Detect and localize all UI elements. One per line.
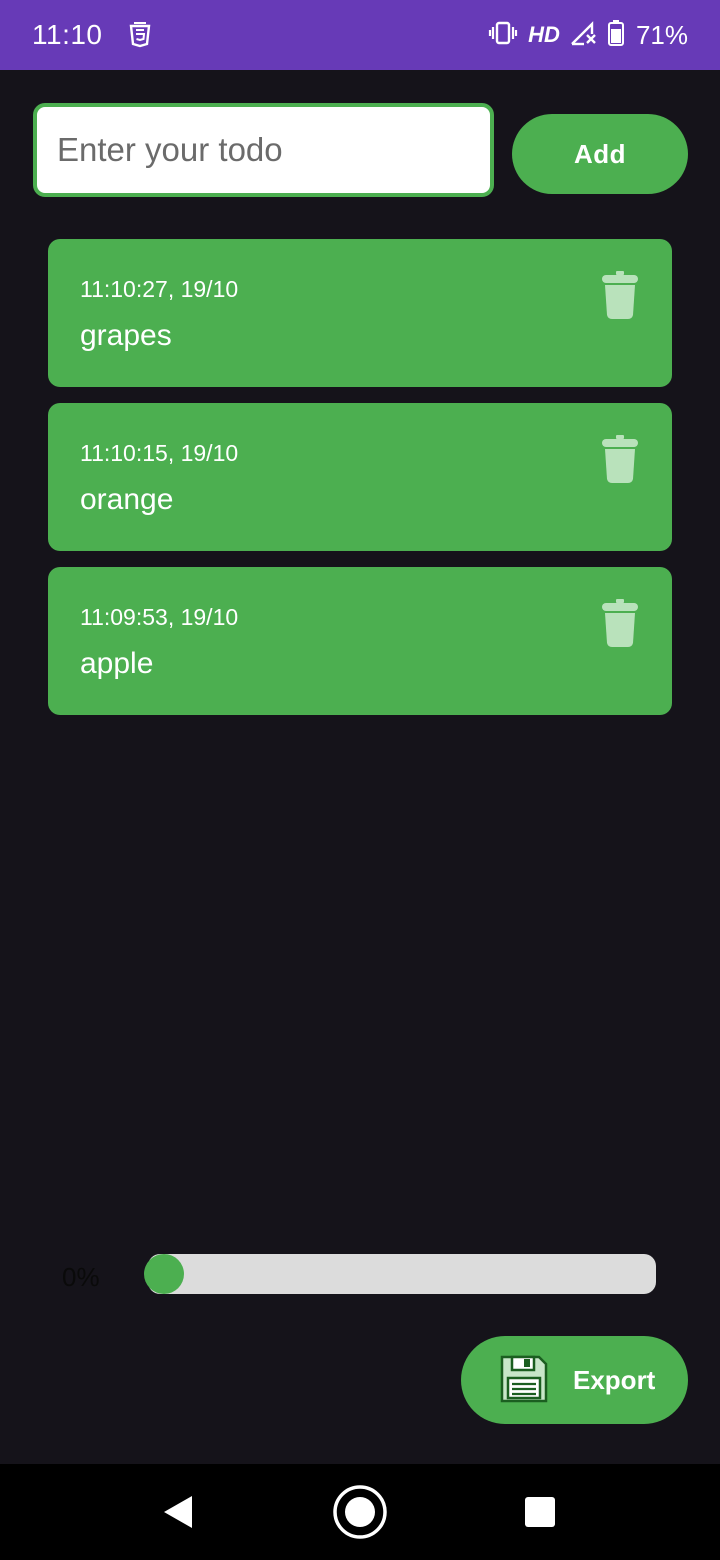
todo-text: grapes <box>80 319 172 352</box>
home-icon[interactable] <box>332 1484 388 1545</box>
export-label: Export <box>573 1364 656 1395</box>
battery-percent: 71% <box>635 19 688 50</box>
todo-item[interactable]: 11:10:27, 19/10 grapes <box>48 239 672 387</box>
recents-icon[interactable] <box>525 1497 555 1527</box>
add-button[interactable]: Add <box>512 114 688 194</box>
export-button[interactable]: Export <box>461 1336 688 1424</box>
status-time: 11:10 <box>32 19 103 50</box>
back-icon[interactable] <box>162 1494 194 1535</box>
progress-label: 0% <box>62 1262 100 1292</box>
todo-timestamp: 11:10:15, 19/10 <box>80 440 239 466</box>
battery-icon <box>607 19 624 51</box>
todo-text: orange <box>80 483 174 516</box>
vibrate-icon <box>488 21 518 50</box>
signal-no-data-icon <box>570 20 598 51</box>
todo-item[interactable]: 11:09:53, 19/10 apple <box>48 567 672 715</box>
todo-input[interactable] <box>33 103 494 197</box>
status-icons: HD 71% <box>488 19 688 51</box>
progress-thumb[interactable] <box>144 1254 184 1294</box>
todo-list: 11:10:27, 19/10 grapes 11:10:15, 19/10 o… <box>48 239 672 731</box>
todo-item[interactable]: 11:10:15, 19/10 orange <box>48 403 672 551</box>
floppy-disk-icon <box>499 1354 549 1407</box>
navigation-bar <box>0 1464 720 1560</box>
todo-text: apple <box>80 647 154 680</box>
status-bar: 11:10 HD 71% <box>0 0 720 70</box>
trash-icon[interactable] <box>600 597 640 649</box>
todo-timestamp: 11:09:53, 19/10 <box>80 604 239 630</box>
trash-icon[interactable] <box>600 269 640 321</box>
todo-timestamp: 11:10:27, 19/10 <box>80 276 239 302</box>
trash-icon[interactable] <box>600 433 640 485</box>
network-label: HD <box>528 22 560 47</box>
html5-icon <box>129 22 151 48</box>
progress-track <box>148 1254 656 1294</box>
